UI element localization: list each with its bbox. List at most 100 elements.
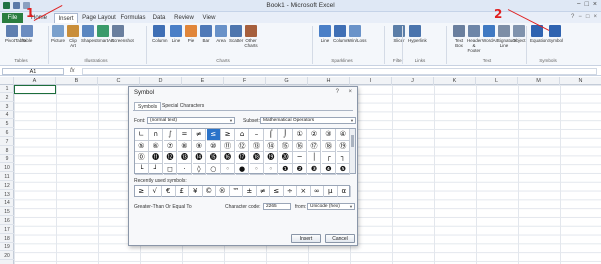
symbol-cell[interactable]: ∫ [163,129,178,141]
column-header-e[interactable]: E [182,77,224,85]
symbol-cell[interactable]: └ [135,163,149,175]
symbol-cell[interactable]: ◦ [264,163,279,175]
ribbon-button-other-charts[interactable]: Other Charts [244,25,258,48]
ribbon-button-bar[interactable]: Bar [199,25,213,43]
symbol-cell[interactable]: ⑨ [192,140,207,152]
row-header-7[interactable]: 7 [0,138,14,146]
symbol-cell[interactable]: ⑤ [135,140,149,152]
tab-page-layout[interactable]: Page Layout [82,13,116,23]
symbol-cell[interactable]: ⑧ [178,140,192,152]
row-header-5[interactable]: 5 [0,120,14,129]
ribbon-button-text-box[interactable]: Text Box [452,25,466,48]
row-header-17[interactable]: 17 [0,226,14,234]
ribbon-minimize-icon[interactable]: − [578,14,582,20]
row-header-1[interactable]: 1 [0,85,14,93]
symbol-cell[interactable]: ⓴ [279,152,293,164]
ribbon-button-object[interactable]: Object [512,25,526,43]
symbol-cell[interactable]: ❺ [336,163,351,175]
tab-review[interactable]: Review [172,13,196,23]
row-header-2[interactable]: 2 [0,94,14,102]
column-header-j[interactable]: J [392,77,434,85]
tab-view[interactable]: View [200,13,218,23]
symbol-cell[interactable]: ⑯ [293,140,307,152]
column-header-d[interactable]: D [140,77,182,85]
recent-symbol-cell[interactable]: ® [216,186,230,197]
symbol-cell[interactable]: ⑲ [336,140,351,152]
recent-symbol-cell[interactable]: × [297,186,311,197]
ribbon-button-picture[interactable]: Picture [51,25,65,43]
tab-symbols[interactable]: Symbols [134,102,162,110]
dialog-help-button[interactable]: ? [336,89,339,95]
row-header-12[interactable]: 12 [0,182,14,190]
symbol-cell[interactable]: ─ [293,152,307,164]
column-header-k[interactable]: K [434,77,476,85]
recent-symbol-cell[interactable]: ¥ [189,186,203,197]
row-header-4[interactable]: 4 [0,111,14,120]
symbol-cell[interactable]: ⓫ [149,152,163,164]
symbol-cell[interactable]: ❹ [322,163,336,175]
minimize-icon[interactable]: − [577,1,581,8]
recent-symbol-cell[interactable]: ≠ [257,186,270,197]
symbol-cell[interactable]: ⌡ [279,129,293,141]
symbol-cell[interactable]: ⓭ [178,152,192,164]
row-header-3[interactable]: 3 [0,103,14,111]
symbol-cell[interactable]: ⑪ [221,140,235,152]
symbol-cell[interactable]: ⑥ [149,140,163,152]
symbol-cell[interactable]: ⑫ [235,140,250,152]
character-code-input[interactable]: 2265 [263,203,291,210]
column-header-m[interactable]: M [518,77,560,85]
column-header-h[interactable]: H [308,77,350,85]
window-restore-icon[interactable]: □ [586,14,590,20]
symbol-cell[interactable]: ❸ [307,163,322,175]
recent-symbol-cell[interactable]: µ [324,186,338,197]
ribbon-button-smartart[interactable]: SmartArt [96,25,114,43]
row-header-9[interactable]: 9 [0,155,14,164]
symbol-cell[interactable]: │ [307,152,322,164]
ribbon-button-clip-art[interactable]: Clip Art [66,25,80,48]
symbol-cell[interactable]: ┐ [336,152,351,164]
column-header-i[interactable]: I [350,77,392,85]
name-box[interactable]: A1 [2,68,64,75]
column-header-g[interactable]: G [266,77,308,85]
recent-symbol-cell[interactable]: ™ [230,186,243,197]
symbol-cell[interactable]: ⓲ [250,152,264,164]
column-header-f[interactable]: F [224,77,266,85]
maximize-icon[interactable]: □ [585,1,589,8]
ribbon-button-scatter[interactable]: Scatter [229,25,243,43]
ribbon-button-symbol[interactable]: Symbol [548,25,563,43]
row-header-20[interactable]: 20 [0,252,14,261]
insert-button[interactable]: Insert [291,234,321,243]
recent-symbol-cell[interactable]: ∞ [311,186,324,197]
column-header-b[interactable]: B [56,77,98,85]
symbol-cell[interactable]: ❶ [279,163,293,175]
symbol-cell[interactable]: ∟ [135,129,149,141]
insert-function-icon[interactable]: fx [70,68,75,74]
symbol-cell[interactable]: ⓳ [264,152,279,164]
column-header-c[interactable]: C [98,77,140,85]
subset-select[interactable]: Mathematical Operators ▼ [260,117,356,124]
active-cell[interactable] [14,85,56,94]
select-all-corner[interactable] [0,77,14,85]
formula-input[interactable] [82,68,597,75]
recent-symbol-cell[interactable]: ≥ [135,186,149,197]
symbol-cell[interactable]: ② [307,129,322,141]
recent-symbol-cell[interactable]: ≤ [270,186,284,197]
symbol-cell[interactable]: ⓰ [221,152,235,164]
ribbon-button-shapes[interactable]: Shapes [81,25,96,43]
symbol-cell[interactable]: ⓱ [235,152,250,164]
symbol-cell[interactable]: ≥ [221,129,235,141]
recent-symbol-cell[interactable]: © [203,186,216,197]
from-select[interactable]: Unicode (hex) ▼ [307,203,355,210]
symbol-grid-scrollbar[interactable] [350,128,356,174]
row-header-15[interactable]: 15 [0,208,14,217]
ribbon-button-column[interactable]: Column [152,25,168,43]
ribbon-button-line[interactable]: Line [318,25,332,43]
row-header-18[interactable]: 18 [0,235,14,243]
symbol-cell[interactable]: ◻ [163,163,178,175]
tab-data[interactable]: Data [150,13,168,23]
row-header-14[interactable]: 14 [0,199,14,208]
tab-insert[interactable]: Insert [54,13,78,23]
symbol-cell[interactable]: ⑩ [207,140,221,152]
symbol-cell[interactable]: ⌂ [235,129,250,141]
symbol-cell[interactable]: ⑭ [264,140,279,152]
